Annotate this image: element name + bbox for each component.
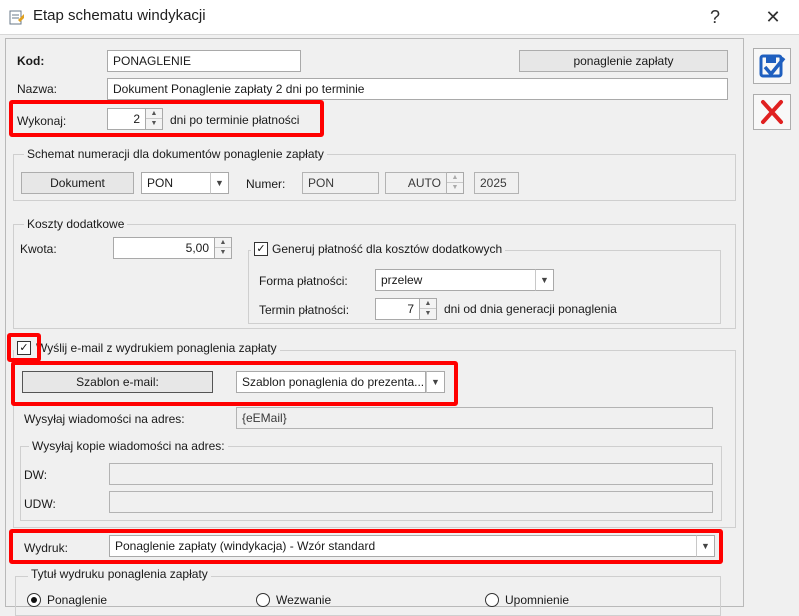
cancel-button[interactable] bbox=[753, 94, 791, 130]
radio-wezwanie-label: Wezwanie bbox=[276, 593, 332, 607]
print-title-group-label: Tytuł wydruku ponaglenia zapłaty bbox=[28, 567, 211, 581]
numer-label: Numer: bbox=[246, 177, 286, 191]
generate-payment-row[interactable]: ✓ Generuj płatność dla kosztów dodatkowy… bbox=[251, 242, 506, 256]
auto-stepper: ▲ ▼ bbox=[447, 172, 464, 194]
dw-field bbox=[109, 463, 713, 485]
radio-upomnienie-circle[interactable] bbox=[485, 593, 499, 607]
dw-label: DW: bbox=[24, 468, 48, 482]
address-label: Wysyłaj wiadomości na adres: bbox=[24, 412, 185, 426]
forma-select[interactable]: przelew bbox=[375, 269, 536, 291]
year-field: 2025 bbox=[474, 172, 519, 194]
radio-upomnienie-label: Upomnienie bbox=[505, 593, 570, 607]
title-bar: Etap schematu windykacji ? ✕ bbox=[0, 0, 799, 34]
radio-ponaglenie-circle[interactable] bbox=[27, 593, 41, 607]
app-icon bbox=[9, 10, 24, 25]
document-button[interactable]: Dokument bbox=[21, 172, 134, 194]
save-button[interactable] bbox=[753, 48, 791, 84]
forma-label: Forma płatności: bbox=[259, 274, 348, 288]
udw-label: UDW: bbox=[24, 497, 56, 511]
nazwa-label: Nazwa: bbox=[17, 82, 58, 96]
termin-suffix: dni od dnia generacji ponaglenia bbox=[444, 302, 617, 316]
highlight-send-email bbox=[7, 333, 41, 362]
nazwa-field[interactable]: Dokument Ponaglenie zapłaty 2 dni po ter… bbox=[107, 78, 728, 100]
copies-group-label: Wysyłaj kopie wiadomości na adres: bbox=[29, 439, 228, 453]
numbering-group-label: Schemat numeracji dla dokumentów ponagle… bbox=[24, 147, 327, 161]
doc-type-button[interactable]: ponaglenie zapłaty bbox=[519, 50, 728, 72]
window-title: Etap schematu windykacji bbox=[33, 7, 206, 24]
kwota-stepper[interactable]: ▲ ▼ bbox=[215, 237, 232, 259]
help-button[interactable]: ? bbox=[700, 4, 730, 30]
save-icon bbox=[759, 54, 786, 78]
cancel-icon bbox=[761, 100, 783, 124]
forma-dropdown-icon[interactable]: ▼ bbox=[535, 269, 554, 291]
series-select[interactable]: PON bbox=[141, 172, 211, 194]
termin-field[interactable]: 7 bbox=[375, 298, 420, 320]
send-email-label: Wyślij e-mail z wydrukiem ponaglenia zap… bbox=[36, 341, 277, 355]
highlight-wykonaj bbox=[9, 100, 324, 137]
kwota-label: Kwota: bbox=[20, 242, 57, 256]
radio-wezwanie[interactable]: Wezwanie bbox=[256, 593, 331, 607]
highlight-wydruk bbox=[9, 529, 723, 564]
highlight-email-template bbox=[11, 361, 458, 406]
termin-label: Termin płatności: bbox=[259, 303, 350, 317]
kod-label: Kod: bbox=[17, 54, 45, 68]
radio-wezwanie-circle[interactable] bbox=[256, 593, 270, 607]
udw-field bbox=[109, 491, 713, 513]
radio-ponaglenie[interactable]: Ponaglenie bbox=[27, 593, 107, 607]
address-field: {eEMail} bbox=[236, 407, 713, 429]
kod-field[interactable]: PONAGLENIE bbox=[107, 50, 301, 72]
close-button[interactable]: ✕ bbox=[758, 4, 788, 30]
costs-group-label: Koszty dodatkowe bbox=[24, 217, 128, 231]
print-title-group bbox=[15, 576, 721, 616]
termin-stepper[interactable]: ▲ ▼ bbox=[420, 298, 437, 320]
generate-payment-checkbox[interactable]: ✓ bbox=[254, 242, 268, 256]
numer-field: PON bbox=[302, 172, 379, 194]
auto-field: AUTO bbox=[385, 172, 447, 194]
generate-payment-label: Generuj płatność dla kosztów dodatkowych bbox=[272, 242, 503, 256]
radio-ponaglenie-label: Ponaglenie bbox=[47, 593, 108, 607]
send-email-row[interactable]: ✓ Wyślij e-mail z wydrukiem ponaglenia z… bbox=[14, 341, 280, 355]
kwota-field[interactable]: 5,00 bbox=[113, 237, 215, 259]
radio-upomnienie[interactable]: Upomnienie bbox=[485, 593, 569, 607]
series-dropdown-icon[interactable]: ▼ bbox=[210, 172, 229, 194]
